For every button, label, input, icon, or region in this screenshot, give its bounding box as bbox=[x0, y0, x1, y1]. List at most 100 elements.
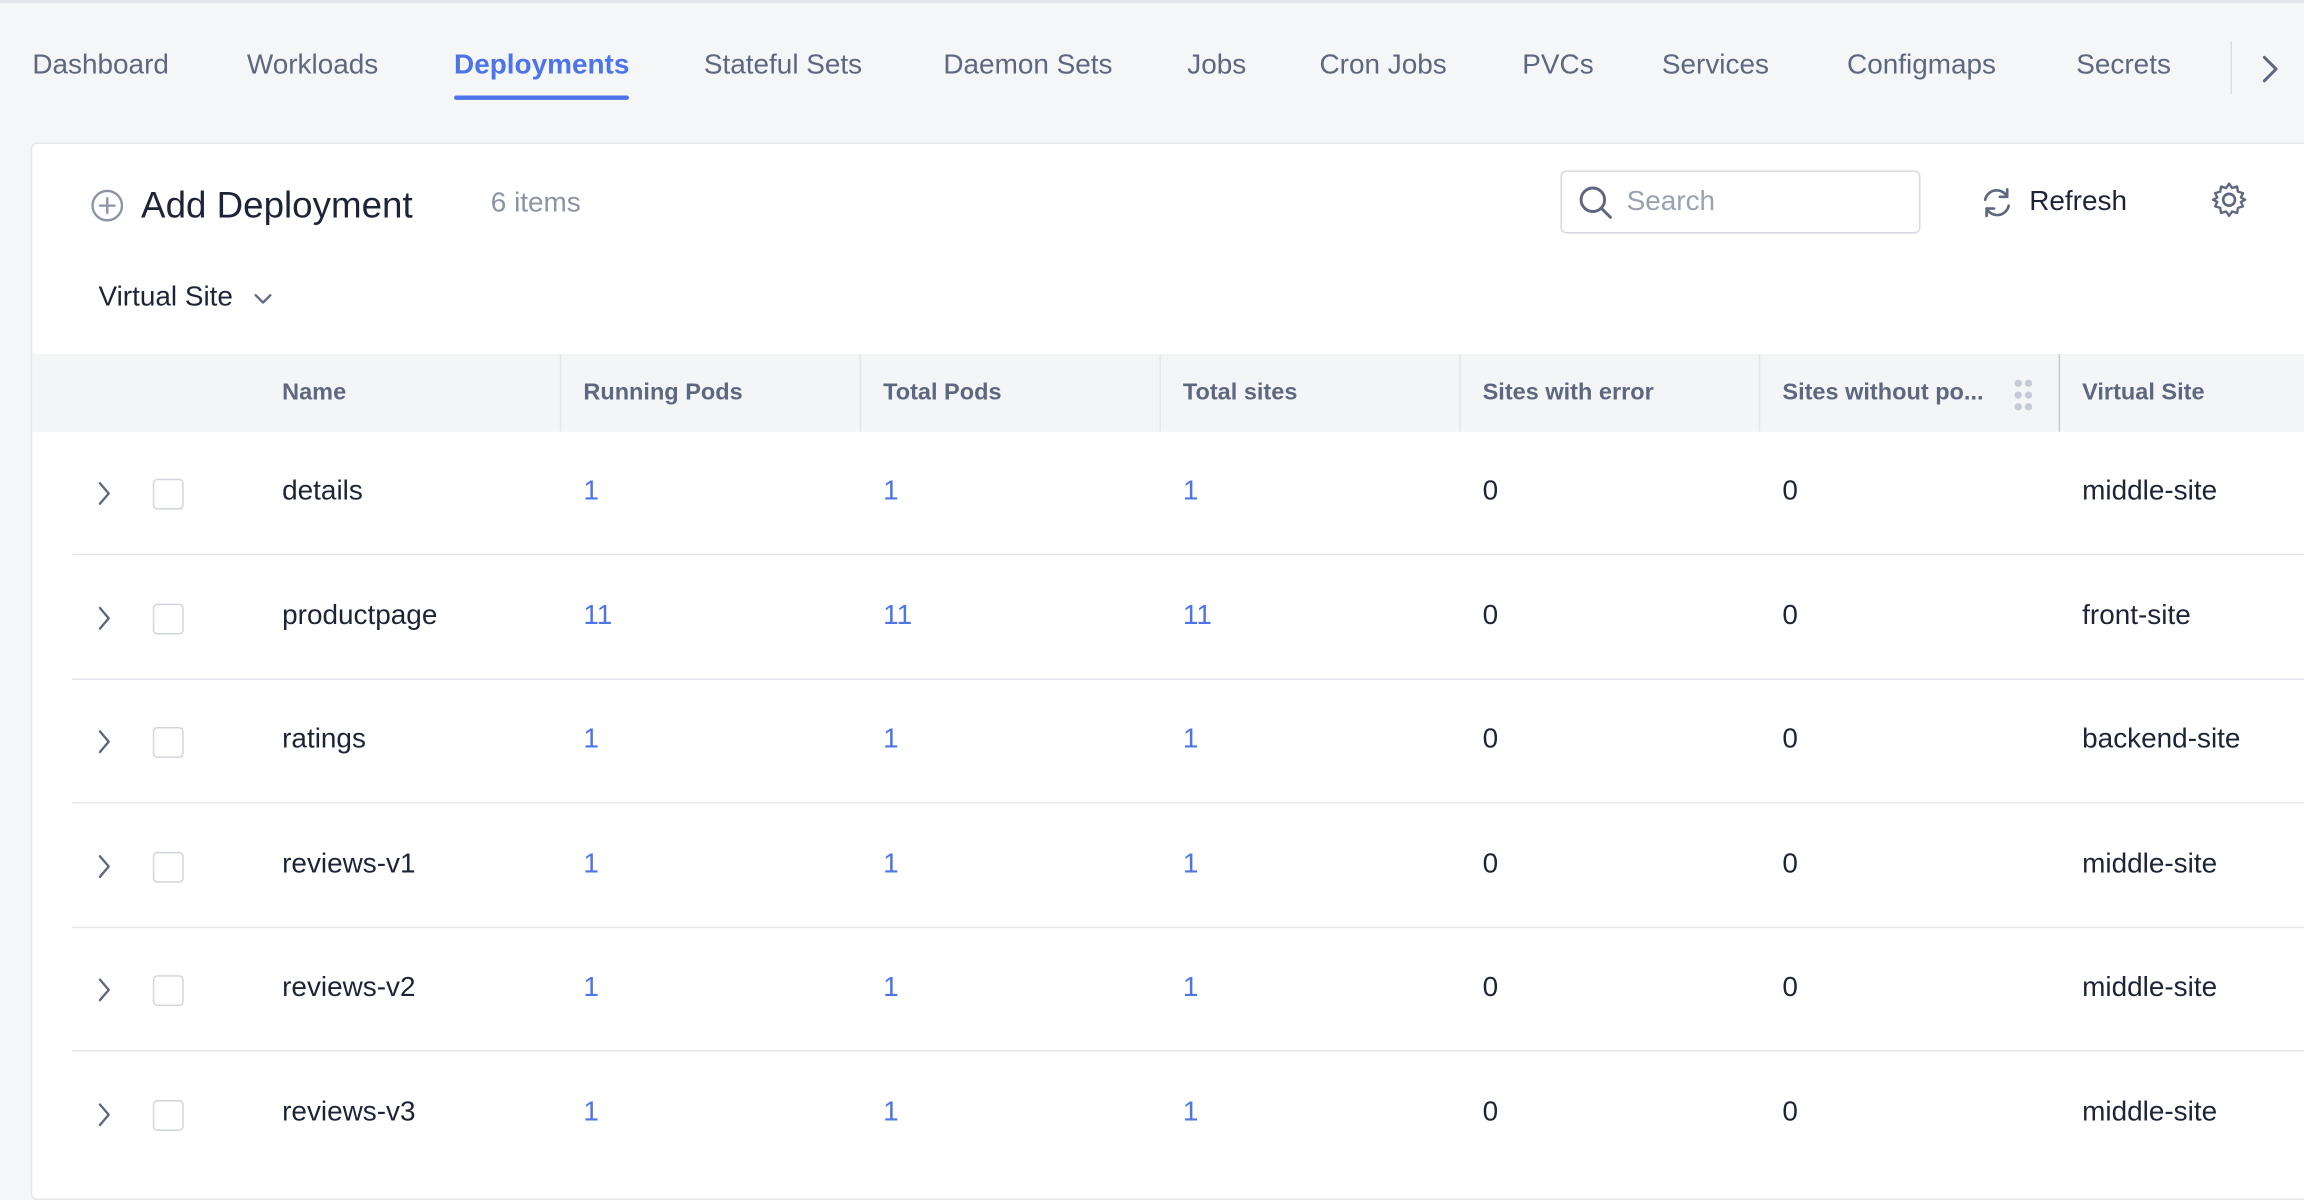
app-stage: Dashboard Workloads Deployments Stateful… bbox=[0, 0, 2304, 1200]
chevron-right-icon[interactable] bbox=[91, 850, 117, 882]
search-box bbox=[1560, 170, 1921, 234]
add-deployment-label: Add Deployment bbox=[141, 184, 413, 226]
total-sites-link[interactable]: 1 bbox=[1183, 1097, 1199, 1129]
table-row: details 1 1 1 0 0 middle-site bbox=[72, 432, 2304, 556]
virtual-site: middle-site bbox=[2082, 1097, 2218, 1128]
tab-dashboard[interactable]: Dashboard bbox=[32, 50, 169, 100]
refresh-label: Refresh bbox=[2029, 186, 2128, 218]
deployment-name: reviews-v3 bbox=[282, 1097, 416, 1128]
refresh-icon bbox=[1983, 188, 2010, 218]
running-pods-link[interactable]: 1 bbox=[583, 724, 599, 756]
chevron-right-icon bbox=[2262, 55, 2278, 83]
table-row: reviews-v3 1 1 1 0 0 middle-site bbox=[72, 1053, 2304, 1176]
chevron-right-icon[interactable] bbox=[91, 974, 117, 1006]
column-header-total-sites[interactable]: Total sites bbox=[1159, 353, 1459, 432]
running-pods-link[interactable]: 1 bbox=[583, 1097, 599, 1129]
tab-daemon-sets[interactable]: Daemon Sets bbox=[943, 50, 1112, 100]
column-header-name[interactable]: Name bbox=[260, 354, 346, 432]
total-pods-link[interactable]: 1 bbox=[883, 476, 899, 508]
gear-icon bbox=[2211, 182, 2247, 218]
table-header: Name Running Pods Total Pods Total sites… bbox=[32, 353, 2304, 432]
total-sites-link[interactable]: 1 bbox=[1183, 972, 1199, 1004]
row-checkbox[interactable] bbox=[152, 975, 184, 1007]
tab-stateful-sets[interactable]: Stateful Sets bbox=[704, 50, 862, 100]
table-row: ratings 1 1 1 0 0 backend-site bbox=[72, 680, 2304, 804]
tab-workloads[interactable]: Workloads bbox=[247, 50, 378, 100]
tab-configmaps[interactable]: Configmaps bbox=[1847, 50, 1996, 100]
sites-without-pods: 0 bbox=[1782, 600, 1798, 632]
sites-with-error: 0 bbox=[1482, 600, 1499, 632]
settings-button[interactable] bbox=[2210, 181, 2248, 219]
sites-with-error: 0 bbox=[1482, 1097, 1499, 1128]
total-pods-link[interactable]: 1 bbox=[883, 972, 899, 1004]
tab-pvcs[interactable]: PVCs bbox=[1522, 50, 1593, 100]
row-checkbox[interactable] bbox=[152, 1100, 184, 1131]
running-pods-link[interactable]: 1 bbox=[583, 476, 599, 508]
tab-jobs[interactable]: Jobs bbox=[1187, 50, 1246, 100]
chevron-right-icon[interactable] bbox=[91, 477, 117, 509]
sites-without-pods: 0 bbox=[1782, 848, 1798, 880]
chevron-down-icon bbox=[253, 294, 271, 304]
deployment-name: productpage bbox=[282, 600, 438, 632]
search-input[interactable] bbox=[1626, 180, 1906, 225]
table-row: reviews-v1 1 1 1 0 0 middle-site bbox=[72, 805, 2304, 929]
tab-services[interactable]: Services bbox=[1662, 50, 1769, 100]
tab-cron-jobs[interactable]: Cron Jobs bbox=[1320, 50, 1447, 100]
total-pods-link[interactable]: 1 bbox=[883, 724, 899, 756]
deployment-name: details bbox=[282, 475, 363, 507]
column-header-total-pods[interactable]: Total Pods bbox=[859, 353, 1160, 432]
deployment-name: reviews-v2 bbox=[282, 972, 416, 1004]
tab-divider bbox=[2230, 41, 2233, 94]
sites-without-pods: 0 bbox=[1782, 475, 1798, 507]
row-checkbox[interactable] bbox=[152, 851, 184, 883]
total-pods-link[interactable]: 11 bbox=[883, 601, 912, 633]
virtual-site: backend-site bbox=[2082, 724, 2241, 755]
virtual-site: front-site bbox=[2082, 600, 2191, 632]
chevron-right-icon[interactable] bbox=[91, 726, 117, 758]
sites-with-error: 0 bbox=[1482, 724, 1499, 755]
plus-circle-icon bbox=[91, 189, 124, 222]
total-sites-link[interactable]: 1 bbox=[1183, 476, 1199, 508]
tab-deployments[interactable]: Deployments bbox=[454, 50, 630, 100]
column-header-running-pods[interactable]: Running Pods bbox=[559, 353, 860, 432]
total-sites-link[interactable]: 1 bbox=[1183, 724, 1199, 756]
row-checkbox[interactable] bbox=[152, 478, 184, 510]
virtual-site-filter[interactable]: Virtual Site bbox=[98, 276, 274, 320]
column-header-virtual-site[interactable]: Virtual Site bbox=[2058, 353, 2304, 432]
total-sites-link[interactable]: 11 bbox=[1183, 601, 1212, 633]
sites-without-pods: 0 bbox=[1782, 1097, 1798, 1128]
top-border bbox=[0, 0, 2304, 3]
deployment-name: reviews-v1 bbox=[282, 848, 416, 880]
tab-secrets[interactable]: Secrets bbox=[2076, 50, 2171, 100]
add-deployment-button[interactable]: Add Deployment bbox=[91, 179, 413, 232]
tab-bar: Dashboard Workloads Deployments Stateful… bbox=[0, 32, 2304, 100]
item-count: 6 items bbox=[490, 187, 581, 219]
refresh-button[interactable]: Refresh bbox=[1979, 179, 2127, 226]
tabs-scroll-right-button[interactable] bbox=[2251, 47, 2289, 91]
row-checkbox[interactable] bbox=[152, 727, 184, 758]
deployments-panel: Add Deployment 6 items Refresh bbox=[30, 142, 2304, 1200]
sites-without-pods: 0 bbox=[1782, 972, 1798, 1004]
sites-with-error: 0 bbox=[1482, 848, 1499, 880]
total-pods-link[interactable]: 1 bbox=[883, 1097, 899, 1129]
sites-with-error: 0 bbox=[1482, 972, 1499, 1004]
drag-handle-icon[interactable] bbox=[2013, 377, 2034, 412]
total-pods-link[interactable]: 1 bbox=[883, 849, 899, 881]
total-sites-link[interactable]: 1 bbox=[1183, 849, 1199, 881]
chevron-right-icon[interactable] bbox=[91, 1099, 117, 1131]
row-checkbox[interactable] bbox=[152, 603, 184, 635]
sites-without-pods: 0 bbox=[1782, 724, 1798, 755]
table-row: productpage 11 11 11 0 0 front-site bbox=[72, 557, 2304, 681]
running-pods-link[interactable]: 1 bbox=[583, 972, 599, 1004]
virtual-site: middle-site bbox=[2082, 848, 2218, 880]
running-pods-link[interactable]: 1 bbox=[583, 849, 599, 881]
virtual-site: middle-site bbox=[2082, 475, 2218, 507]
chevron-right-icon[interactable] bbox=[91, 602, 117, 634]
virtual-site: middle-site bbox=[2082, 972, 2218, 1004]
column-header-sites-with-error[interactable]: Sites with error bbox=[1459, 353, 1759, 432]
deployment-name: ratings bbox=[282, 724, 366, 755]
running-pods-link[interactable]: 11 bbox=[583, 601, 612, 633]
virtual-site-filter-label: Virtual Site bbox=[98, 281, 233, 313]
sites-with-error: 0 bbox=[1482, 475, 1499, 507]
table-row: reviews-v2 1 1 1 0 0 middle-site bbox=[72, 928, 2304, 1052]
